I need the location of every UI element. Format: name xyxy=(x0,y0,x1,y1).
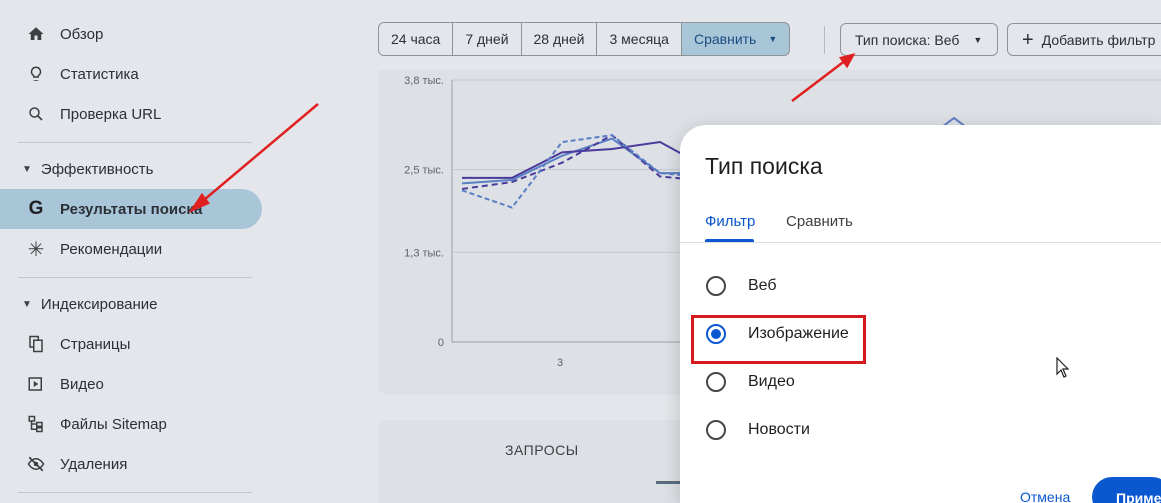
x-tick-label: 3 xyxy=(557,357,563,369)
range-24h-button[interactable]: 24 часа xyxy=(378,22,454,56)
section-indexing[interactable]: ▼ Индексирование xyxy=(0,284,158,324)
section-label: Эффективность xyxy=(40,160,154,178)
y-tick-label: 1,3 тыс. xyxy=(404,247,444,259)
caret-down-icon: ▼ xyxy=(768,34,778,44)
compare-label: Сравнить xyxy=(693,31,757,47)
option-label: Видео xyxy=(748,373,795,390)
divider xyxy=(824,26,825,54)
nav-item-label: Проверка URL xyxy=(60,105,162,123)
y-tick-label: 3,8 тыс. xyxy=(404,75,444,87)
nav-item-pages[interactable]: Страницы xyxy=(0,324,262,364)
option-news[interactable]: Новости xyxy=(706,418,810,442)
mouse-cursor-icon xyxy=(1056,357,1070,378)
nav-item-label: Файлы Sitemap xyxy=(60,415,167,433)
annotation-highlight-box xyxy=(691,315,866,364)
cancel-button[interactable]: Отмена xyxy=(1020,489,1070,503)
divider xyxy=(18,142,252,143)
add-filter-button[interactable]: + Добавить фильтр xyxy=(1007,23,1161,56)
compare-button[interactable]: Сравнить ▼ xyxy=(681,22,791,56)
section-label: Индексирование xyxy=(40,295,158,313)
lightbulb-icon xyxy=(26,64,46,84)
caret-down-icon: ▼ xyxy=(973,34,983,45)
range-3m-button[interactable]: 3 месяца xyxy=(597,22,682,56)
dialog-title: Тип поиска xyxy=(705,153,823,179)
google-icon: G xyxy=(28,198,44,219)
sidebar: Обзор Статистика Проверка URL ▼ Эффектив… xyxy=(0,0,270,503)
nav-item-label: Видео xyxy=(60,375,104,393)
search-type-label: Тип поиска: Веб xyxy=(855,31,960,48)
y-tick-label: 2,5 тыс. xyxy=(404,165,444,177)
add-filter-label: Добавить фильтр xyxy=(1041,31,1156,48)
date-range-selector: 24 часа 7 дней 28 дней 3 месяца Сравнить… xyxy=(378,22,791,56)
caret-down-icon: ▼ xyxy=(22,298,32,310)
series-line xyxy=(461,137,698,185)
home-icon xyxy=(26,24,46,44)
plus-icon: + xyxy=(1022,28,1034,51)
radio-news[interactable] xyxy=(706,420,726,440)
nav-item-label: Рекомендации xyxy=(60,240,163,258)
nav-item-recommendations[interactable]: ✳ Рекомендации xyxy=(0,229,262,269)
nav-item-video[interactable]: Видео xyxy=(0,364,262,404)
nav-item-insights[interactable]: Статистика xyxy=(0,54,262,94)
option-video[interactable]: Видео xyxy=(706,370,795,394)
tab-filter[interactable]: Фильтр xyxy=(705,213,755,230)
video-icon xyxy=(26,374,46,394)
nav-item-label: Результаты поиска xyxy=(60,200,203,218)
pages-icon xyxy=(26,334,46,354)
sparkle-icon: ✳ xyxy=(27,238,45,261)
search-type-filter-button[interactable]: Тип поиска: Веб ▼ xyxy=(840,23,998,56)
option-label: Веб xyxy=(748,277,777,294)
nav-item-url-inspection[interactable]: Проверка URL xyxy=(0,94,262,134)
nav-item-removals[interactable]: Удаления xyxy=(0,444,262,484)
radio-video[interactable] xyxy=(706,372,726,392)
eye-off-icon xyxy=(26,454,46,474)
radio-web[interactable] xyxy=(706,276,726,296)
arrow-head-icon xyxy=(838,53,856,69)
option-web[interactable]: Веб xyxy=(706,274,777,298)
divider xyxy=(18,492,252,493)
nav-item-label: Удаления xyxy=(60,455,128,473)
y-tick-label: 0 xyxy=(438,337,444,349)
tab-compare[interactable]: Сравнить xyxy=(786,213,853,230)
nav-item-search-results[interactable]: G Результаты поиска xyxy=(0,189,262,229)
section-performance[interactable]: ▼ Эффективность xyxy=(0,149,153,189)
apply-button[interactable]: Приме xyxy=(1092,477,1161,503)
series-line xyxy=(461,134,699,209)
nav-item-overview[interactable]: Обзор xyxy=(0,14,262,54)
nav-item-sitemaps[interactable]: Файлы Sitemap xyxy=(0,404,262,444)
option-label: Новости xyxy=(748,421,810,438)
range-7d-button[interactable]: 7 дней xyxy=(453,22,522,56)
tab-queries[interactable]: ЗАПРОСЫ xyxy=(505,442,579,458)
nav-item-label: Страницы xyxy=(60,335,131,353)
range-28d-button[interactable]: 28 дней xyxy=(521,22,598,56)
sitemap-icon xyxy=(26,414,46,434)
divider xyxy=(680,242,1161,243)
nav-item-label: Обзор xyxy=(60,25,104,43)
divider xyxy=(18,277,252,278)
nav-item-label: Статистика xyxy=(60,65,139,83)
search-type-dialog: Тип поиска Фильтр Сравнить Веб Изображен… xyxy=(680,125,1161,503)
caret-down-icon: ▼ xyxy=(22,163,32,175)
search-icon xyxy=(26,104,46,124)
